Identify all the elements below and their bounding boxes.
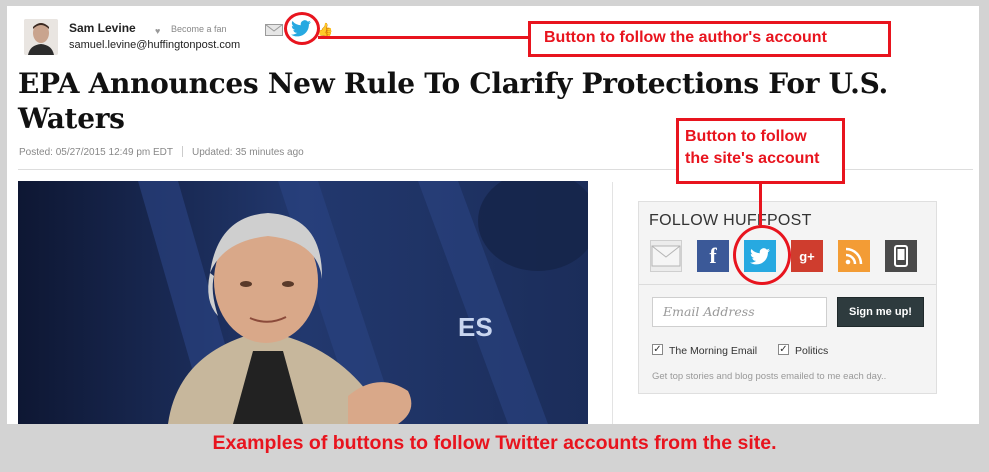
screenshot-panel: Sam Levine ♥ Become a fan samuel.levine@… (7, 6, 979, 424)
mail-icon[interactable] (650, 240, 682, 272)
follow-widget: FOLLOW HUFFPOST f g+ Email Address Sign … (638, 201, 937, 394)
politics-checkbox[interactable]: ✓ (778, 344, 789, 355)
article-meta: Posted: 05/27/2015 12:49 pm EDT Updated: … (19, 146, 304, 158)
meta-divider (182, 146, 183, 157)
signup-note: Get top stories and blog posts emailed t… (652, 371, 887, 382)
author-name[interactable]: Sam Levine (69, 21, 136, 35)
mobile-icon[interactable] (885, 240, 917, 272)
sign-up-button[interactable]: Sign me up! (837, 297, 924, 327)
become-fan-link[interactable]: Become a fan (171, 24, 227, 34)
politics-label[interactable]: Politics (795, 345, 828, 357)
facebook-icon[interactable]: f (697, 240, 729, 272)
updated-time: Updated: 35 minutes ago (192, 147, 304, 158)
column-divider (612, 182, 613, 424)
mail-icon[interactable] (265, 23, 283, 36)
highlight-circle (284, 12, 320, 45)
site-callout-line-1: Button to follow (685, 128, 807, 145)
author-callout: Button to follow the author's account (528, 21, 891, 57)
author-email[interactable]: samuel.levine@huffingtonpost.com (69, 39, 240, 51)
article-photo[interactable]: ES (18, 181, 588, 424)
morning-email-label[interactable]: The Morning Email (669, 345, 757, 357)
site-callout: Button to follow the site's account (676, 118, 845, 184)
highlight-circle (733, 225, 791, 285)
site-callout-line-2: the site's account (685, 150, 820, 167)
divider (639, 284, 936, 285)
posted-date: Posted: 05/27/2015 12:49 pm EDT (19, 147, 173, 158)
email-field[interactable]: Email Address (652, 297, 827, 327)
follow-title: FOLLOW HUFFPOST (649, 212, 812, 229)
caption: Examples of buttons to follow Twitter ac… (212, 432, 777, 454)
google-plus-icon[interactable]: g+ (791, 240, 823, 272)
callout-connector (759, 184, 762, 226)
morning-email-checkbox[interactable]: ✓ (652, 344, 663, 355)
photo-backdrop-text: ES (458, 312, 493, 342)
avatar[interactable] (24, 19, 58, 55)
callout-connector (318, 36, 528, 39)
heart-icon[interactable]: ♥ (155, 26, 160, 36)
rss-icon[interactable] (838, 240, 870, 272)
